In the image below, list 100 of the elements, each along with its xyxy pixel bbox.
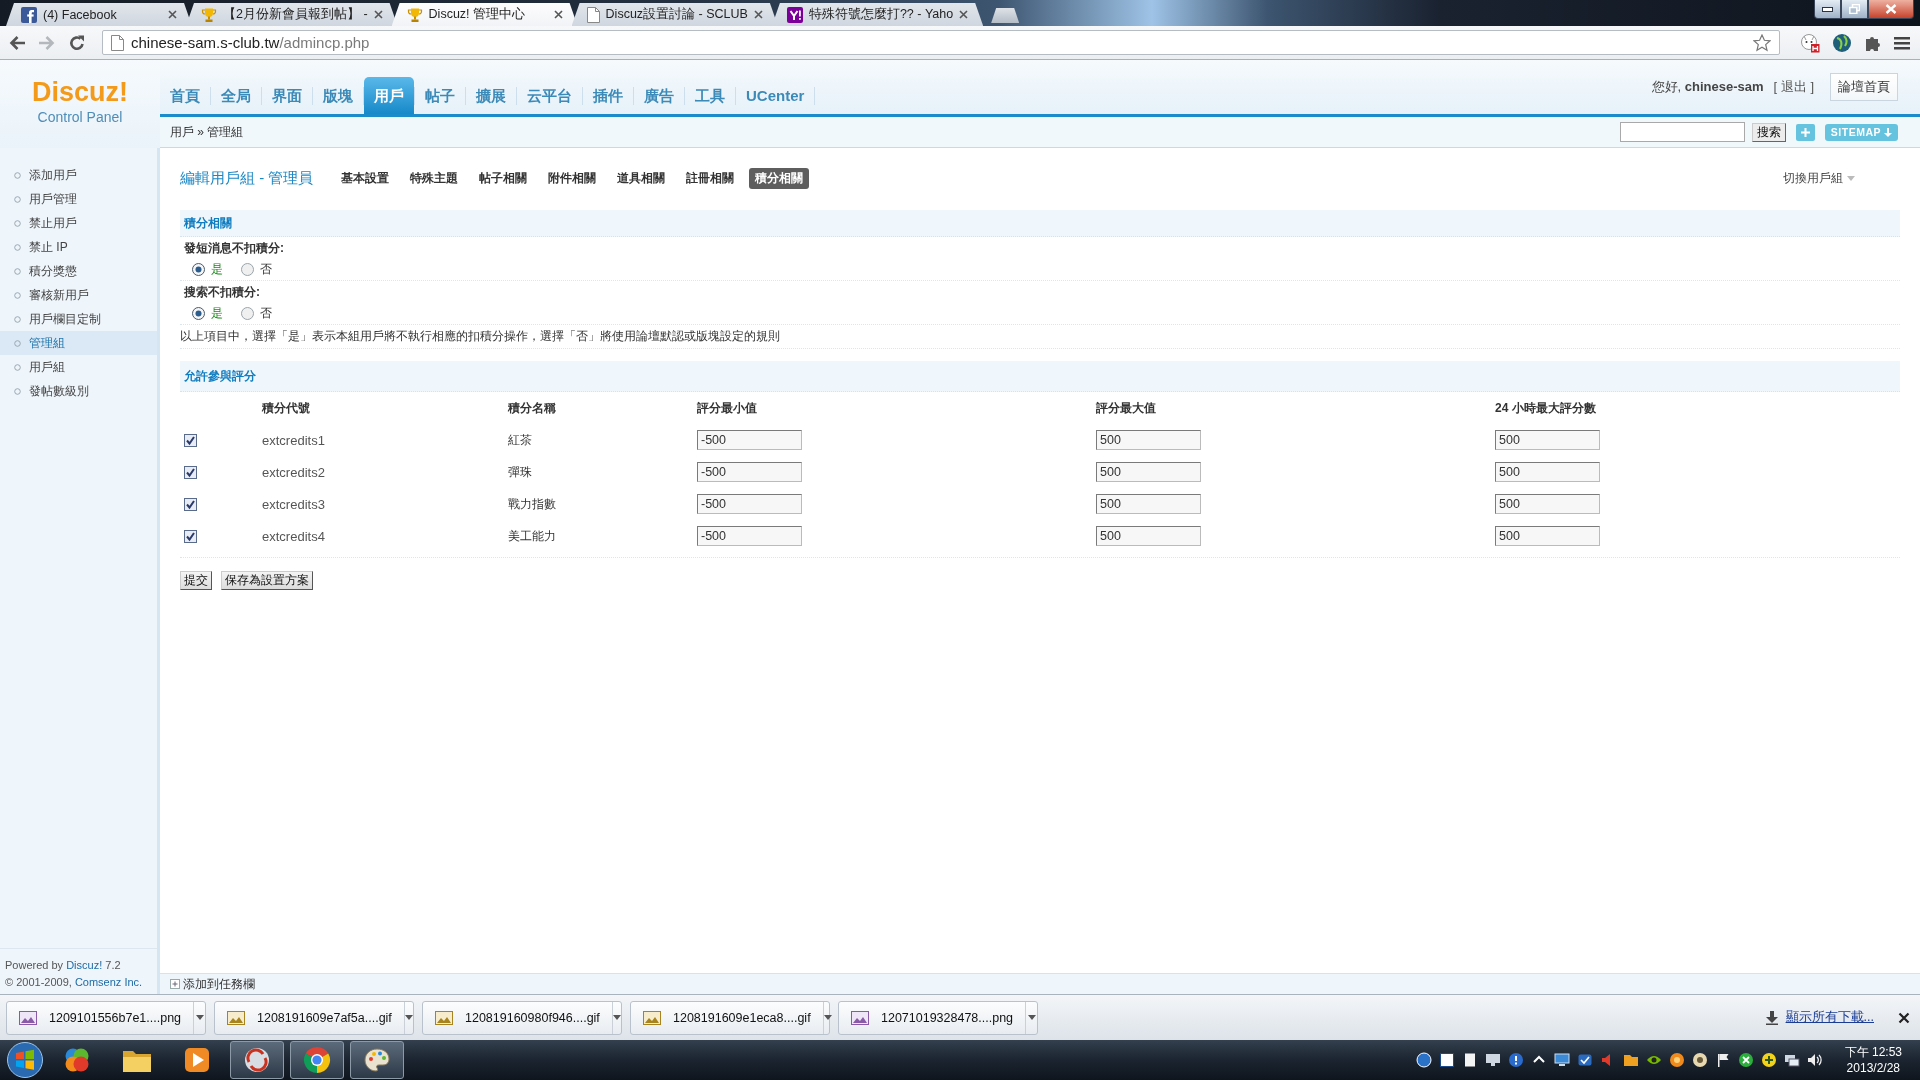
checkbox[interactable] — [184, 529, 197, 543]
clock-date[interactable]: 2013/2/28 — [1846, 1060, 1900, 1076]
radio-button[interactable] — [192, 307, 205, 320]
radio-button[interactable] — [192, 263, 205, 276]
help-circle-icon[interactable] — [1507, 1052, 1524, 1068]
circle-icon[interactable] — [1737, 1052, 1754, 1068]
monitor-icon[interactable] — [1553, 1052, 1570, 1068]
close-icon[interactable] — [553, 10, 563, 19]
settings-tab[interactable]: 基本設置 — [335, 167, 396, 189]
checkbox[interactable] — [184, 497, 197, 511]
caret-down-icon[interactable] — [612, 1015, 621, 1020]
round-logo-icon[interactable] — [303, 1046, 331, 1074]
caret-down-icon[interactable] — [823, 1015, 832, 1020]
circle-icon[interactable] — [1760, 1052, 1777, 1068]
input-field[interactable]: -500 — [697, 494, 802, 514]
show-all-downloads-link[interactable]: 顯示所有下載... — [1785, 1009, 1874, 1026]
monitor-icon[interactable] — [1484, 1052, 1501, 1068]
radio-label[interactable]: 是 — [211, 261, 223, 278]
circle-icon[interactable] — [1691, 1052, 1708, 1068]
sidebar-item[interactable]: 用戶管理 — [0, 187, 157, 211]
restore-button[interactable] — [1841, 0, 1868, 19]
input-field[interactable]: 500 — [1495, 462, 1600, 482]
input-field[interactable]: 500 — [1495, 430, 1600, 450]
globe-icon[interactable] — [1832, 32, 1852, 53]
download-item[interactable]: 1208191609e1eca8....gif — [630, 1000, 830, 1035]
forum-home-button[interactable]: 論壇首頁 — [1830, 73, 1898, 101]
download-item[interactable]: 12071019328478....png — [838, 1000, 1038, 1035]
settings-tab[interactable]: 附件相關 — [542, 167, 603, 189]
search-field[interactable] — [1619, 122, 1745, 142]
circle-icon[interactable] — [1415, 1052, 1432, 1068]
input-field[interactable]: 500 — [1096, 494, 1201, 514]
star-icon[interactable] — [1753, 33, 1771, 52]
save-scheme-button[interactable]: 保存為設置方案 — [221, 571, 313, 590]
switch-group-menu[interactable]: 切換用戶組 — [1783, 169, 1855, 187]
cat-face-icon[interactable] — [1800, 32, 1820, 53]
sidebar-item[interactable]: 添加用戶 — [0, 163, 157, 187]
taskbar-button[interactable] — [290, 1041, 344, 1079]
sidebar-item[interactable]: 禁止 IP — [0, 235, 157, 259]
checkbox[interactable] — [184, 433, 197, 447]
product-link[interactable]: Discuz! — [66, 959, 103, 971]
settings-tab[interactable]: 註冊相關 — [680, 167, 741, 189]
sidebar-item[interactable]: 發帖數級別 — [0, 379, 157, 403]
search-button[interactable]: 搜索 — [1751, 122, 1786, 142]
download-item[interactable]: 1208191609e7af5a....gif — [214, 1000, 414, 1035]
download-item[interactable]: 120819160980f946....gif — [422, 1000, 622, 1035]
input-field[interactable]: -500 — [697, 526, 802, 546]
taskbar-button[interactable] — [230, 1041, 284, 1079]
input-field[interactable]: -500 — [697, 462, 802, 482]
circle-icon[interactable] — [1668, 1052, 1685, 1068]
close-icon[interactable] — [1898, 1011, 1910, 1024]
radio-label[interactable]: 是 — [211, 305, 223, 322]
sidebar-item[interactable]: 用戶欄目定制 — [0, 307, 157, 331]
input-field[interactable]: -500 — [697, 430, 802, 450]
swirl-icon[interactable] — [243, 1046, 271, 1074]
radio-label[interactable]: 否 — [260, 305, 272, 322]
square-icon[interactable] — [1576, 1052, 1593, 1068]
speaker-icon[interactable] — [1806, 1052, 1823, 1068]
sidebar-item[interactable]: 管理組 — [0, 331, 157, 355]
start-orb-icon[interactable] — [6, 1041, 44, 1079]
logout-link[interactable]: [ 退出 ] — [1773, 78, 1814, 96]
caret-down-icon[interactable] — [1027, 1015, 1036, 1020]
reload-icon[interactable] — [68, 33, 86, 52]
add-to-taskbar-link[interactable]: 添加到任務欄 — [170, 975, 255, 993]
sidebar-item[interactable]: 審核新用戶 — [0, 283, 157, 307]
sidebar-item[interactable]: 用戶組 — [0, 355, 157, 379]
radio-label[interactable]: 否 — [260, 261, 272, 278]
submit-button[interactable]: 提交 — [180, 571, 212, 590]
breadcrumb-text[interactable]: 用戶 » 管理組 — [170, 123, 244, 141]
back-arrow-icon[interactable] — [8, 33, 26, 52]
circles-icon[interactable] — [63, 1046, 91, 1074]
taskbar-button[interactable] — [350, 1041, 404, 1079]
square-icon[interactable] — [1438, 1052, 1455, 1068]
settings-tab[interactable]: 帖子相關 — [473, 167, 534, 189]
menu-icon[interactable] — [1894, 35, 1910, 50]
caret-down-icon[interactable] — [195, 1015, 204, 1020]
input-field[interactable]: 500 — [1495, 494, 1600, 514]
palette-icon[interactable] — [363, 1046, 391, 1074]
radio-button[interactable] — [241, 307, 254, 320]
settings-tab[interactable]: 特殊主題 — [404, 167, 465, 189]
input-field[interactable]: 500 — [1096, 526, 1201, 546]
minimize-button[interactable] — [1814, 0, 1841, 19]
checkbox[interactable] — [184, 465, 197, 479]
address-field[interactable]: chinese-sam.s-club.tw/admincp.php — [102, 30, 1780, 55]
new-tab-button[interactable] — [991, 8, 1020, 23]
network-icon[interactable] — [1783, 1052, 1800, 1068]
sidebar-item[interactable]: 禁止用戶 — [0, 211, 157, 235]
sidebar-item[interactable]: 積分獎懲 — [0, 259, 157, 283]
media-play-icon[interactable] — [184, 1047, 210, 1073]
input-field[interactable]: 500 — [1096, 462, 1201, 482]
company-link[interactable]: Comsenz Inc. — [74, 976, 143, 988]
settings-tab[interactable]: 道具相關 — [611, 167, 672, 189]
caret-down-icon[interactable] — [404, 1015, 413, 1020]
folder-icon[interactable] — [1622, 1052, 1639, 1068]
clock-time[interactable]: 下午 12:53 — [1844, 1044, 1902, 1060]
settings-tab[interactable]: 積分相關 — [749, 167, 810, 189]
download-item[interactable]: 1209101556b7e1....png — [6, 1000, 206, 1035]
input-field[interactable]: 500 — [1096, 430, 1201, 450]
close-window-button[interactable] — [1868, 0, 1914, 19]
radio-button[interactable] — [241, 263, 254, 276]
input-field[interactable]: 500 — [1495, 526, 1600, 546]
